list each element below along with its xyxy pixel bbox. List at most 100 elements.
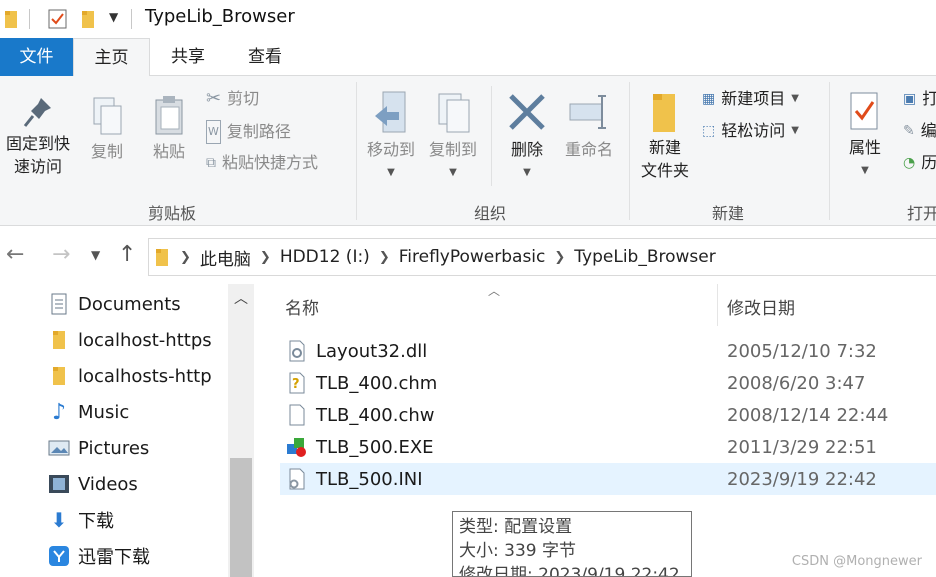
file-row-selected[interactable]: TLB_500.INI 2023/9/19 22:42 — [280, 463, 936, 495]
cut-button[interactable]: ✂ 剪切 — [206, 88, 259, 110]
breadcrumb-firefly[interactable]: FireflyPowerbasic — [399, 247, 546, 267]
tooltip-type: 类型: 配置设置 — [459, 517, 573, 537]
properties-label: 属性 — [848, 138, 881, 157]
nav-item-localhosts-http[interactable]: localhosts-http — [48, 359, 212, 393]
edit-label: 编 — [920, 121, 936, 140]
group-label-clipboard: 剪贴板 — [147, 204, 196, 223]
group-separator — [829, 82, 830, 220]
new-item-button[interactable]: ▦ 新建项目 ▼ — [702, 88, 799, 110]
file-name: TLB_400.chw — [316, 404, 435, 426]
tab-file[interactable]: 文件 — [0, 38, 73, 76]
forward-arrow-icon[interactable]: → — [52, 242, 70, 267]
group-separator — [356, 82, 357, 220]
nav-item-downloads[interactable]: ⬇ 下载 — [48, 503, 114, 537]
new-folder-label-line2: 文件夹 — [640, 161, 689, 180]
copy-button[interactable]: 复制 — [82, 94, 132, 163]
nav-pane-scrollbar[interactable]: ︿ — [228, 284, 254, 577]
recent-locations-chevron-icon[interactable]: ▼ — [91, 248, 100, 262]
file-row[interactable]: TLB_400.chw 2008/12/14 22:44 — [280, 399, 936, 431]
tooltip-modified: 修改日期: 2023/9/19 22:42 — [459, 565, 680, 577]
folder-icon — [5, 11, 17, 28]
nav-item-music[interactable]: ♪ Music — [48, 395, 129, 429]
file-row[interactable]: TLB_500.EXE 2011/3/29 22:51 — [280, 431, 936, 463]
column-header-modified[interactable]: 修改日期 — [727, 294, 795, 319]
copy-to-dropdown-icon: ▼ — [449, 167, 457, 178]
rename-button[interactable]: 重命名 — [558, 88, 620, 161]
quick-access-dropdown-icon[interactable]: ▼ — [109, 10, 118, 24]
copy-icon — [93, 97, 122, 135]
file-info-tooltip: 类型: 配置设置 大小: 339 字节 修改日期: 2023/9/19 22:4… — [452, 511, 692, 577]
back-arrow-icon[interactable]: ← — [6, 242, 24, 267]
breadcrumb-this-pc[interactable]: 此电脑 — [200, 245, 251, 270]
watermark: CSDN @Mongnewer — [791, 554, 922, 569]
delete-button[interactable]: 删除 ▼ — [500, 88, 554, 184]
paste-button[interactable]: 粘贴 — [144, 94, 194, 163]
edit-icon: ✎ — [903, 123, 915, 139]
properties-button[interactable]: 属性 ▼ — [838, 90, 892, 182]
folder-icon — [156, 249, 168, 266]
move-to-button[interactable]: 移动到 ▼ — [362, 88, 420, 184]
group-label-organize: 组织 — [473, 204, 506, 223]
address-bar[interactable]: ❯ 此电脑 ❯ HDD12 (I:) ❯ FireflyPowerbasic ❯… — [148, 238, 936, 276]
move-to-dropdown-icon: ▼ — [387, 167, 395, 178]
easy-access-button[interactable]: ⬚ 轻松访问 ▼ — [702, 120, 799, 142]
up-arrow-icon[interactable]: ↑ — [118, 242, 136, 267]
copy-path-button[interactable]: W 复制路径 — [206, 120, 291, 144]
folder-icon — [48, 329, 70, 351]
paste-label: 粘贴 — [152, 142, 185, 161]
file-name: Layout32.dll — [316, 340, 428, 362]
pin-to-quick-access-button[interactable]: 固定到快 速访问 — [0, 94, 76, 178]
scissors-icon: ✂ — [206, 88, 222, 109]
chevron-right-icon[interactable]: ❯ — [554, 250, 565, 265]
chevron-right-icon[interactable]: ❯ — [260, 250, 271, 265]
open-button[interactable]: ▣ 打 — [903, 88, 936, 110]
easy-access-icon: ⬚ — [702, 123, 716, 139]
history-button[interactable]: ◔ 历 — [903, 152, 936, 174]
delete-dropdown-icon: ▼ — [523, 167, 531, 178]
nav-item-localhost-https[interactable]: localhost-https — [48, 323, 212, 357]
nav-item-videos[interactable]: Videos — [48, 467, 138, 501]
open-label: 打 — [922, 89, 936, 108]
column-header-name[interactable]: 名称 — [285, 294, 319, 319]
folder-icon — [48, 365, 70, 387]
new-item-dropdown-icon: ▼ — [791, 93, 799, 104]
rename-icon — [569, 95, 606, 129]
pin-label-line1: 固定到快 — [5, 134, 70, 153]
download-icon: ⬇ — [50, 508, 68, 532]
properties-icon — [850, 92, 878, 130]
group-label-open: 打开 — [906, 204, 936, 223]
file-row[interactable]: ? TLB_400.chm 2008/6/20 3:47 — [280, 367, 936, 399]
chevron-right-icon[interactable]: ❯ — [379, 250, 390, 265]
breadcrumb-drive[interactable]: HDD12 (I:) — [280, 247, 370, 267]
scroll-up-chevron-icon[interactable]: ︿ — [228, 288, 254, 308]
chevron-right-icon[interactable]: ❯ — [180, 250, 191, 265]
file-row[interactable]: Layout32.dll 2005/12/10 7:32 — [280, 335, 936, 367]
file-modified: 2008/12/14 22:44 — [727, 404, 889, 426]
nav-item-thunder-downloads[interactable]: 迅雷下载 — [48, 539, 150, 573]
paste-shortcut-label: 粘贴快捷方式 — [222, 153, 319, 172]
paste-shortcut-button[interactable]: ⧉ 粘贴快捷方式 — [206, 152, 318, 174]
new-folder-quick-icon[interactable] — [80, 8, 98, 30]
thunder-icon — [48, 545, 70, 567]
new-folder-button[interactable]: 新建 文件夹 — [634, 90, 696, 182]
tab-view[interactable]: 查看 — [226, 38, 304, 76]
move-to-icon — [375, 91, 406, 133]
copy-to-button[interactable]: 复制到 ▼ — [424, 88, 482, 184]
edit-button[interactable]: ✎ 编 — [903, 120, 936, 142]
file-modified: 2005/12/10 7:32 — [727, 340, 877, 362]
file-name: TLB_500.EXE — [316, 436, 434, 458]
copy-path-label: 复制路径 — [226, 122, 291, 141]
blank-file-icon — [286, 403, 308, 427]
history-icon: ◔ — [903, 155, 916, 171]
breadcrumb-current[interactable]: TypeLib_Browser — [574, 247, 715, 267]
videos-icon — [48, 473, 70, 495]
nav-item-pictures[interactable]: Pictures — [48, 431, 149, 465]
nav-item-documents[interactable]: Documents — [48, 287, 181, 321]
column-divider[interactable] — [717, 284, 718, 326]
properties-check-icon[interactable] — [47, 8, 69, 30]
tab-share[interactable]: 共享 — [150, 38, 226, 76]
tab-home[interactable]: 主页 — [73, 38, 150, 77]
scrollbar-thumb[interactable] — [230, 458, 252, 577]
title-bar: ▼ TypeLib_Browser — [0, 0, 936, 38]
delete-x-icon — [509, 94, 545, 130]
